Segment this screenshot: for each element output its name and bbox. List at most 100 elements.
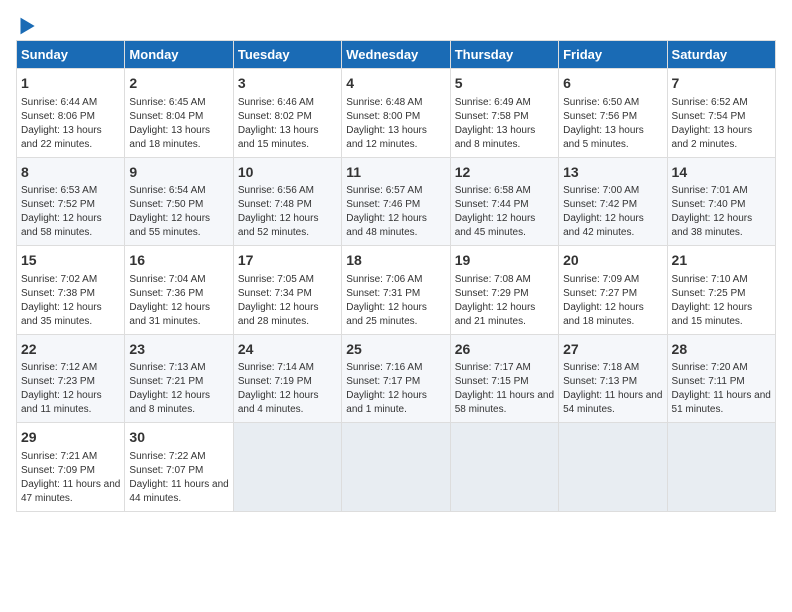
- day-info-line: Sunrise: 7:18 AM: [563, 361, 662, 375]
- day-cell: 6Sunrise: 6:50 AMSunset: 7:56 PMDaylight…: [559, 69, 667, 158]
- day-info-line: Daylight: 13 hours and 18 minutes.: [129, 124, 228, 152]
- day-info-line: Sunrise: 7:14 AM: [238, 361, 337, 375]
- day-info-line: Daylight: 12 hours and 18 minutes.: [563, 301, 662, 329]
- day-cell: 17Sunrise: 7:05 AMSunset: 7:34 PMDayligh…: [233, 246, 341, 335]
- day-number: 19: [455, 251, 554, 271]
- header-day-wednesday: Wednesday: [342, 41, 450, 69]
- header-day-thursday: Thursday: [450, 41, 558, 69]
- day-info-line: Daylight: 12 hours and 8 minutes.: [129, 389, 228, 417]
- day-info-line: Sunrise: 6:57 AM: [346, 184, 445, 198]
- day-info-line: Sunset: 7:40 PM: [672, 198, 771, 212]
- day-info-line: Sunset: 7:07 PM: [129, 464, 228, 478]
- day-cell: [559, 423, 667, 512]
- day-cell: 1Sunrise: 6:44 AMSunset: 8:06 PMDaylight…: [17, 69, 125, 158]
- day-info-line: Daylight: 12 hours and 15 minutes.: [672, 301, 771, 329]
- day-cell: 14Sunrise: 7:01 AMSunset: 7:40 PMDayligh…: [667, 157, 775, 246]
- day-cell: 16Sunrise: 7:04 AMSunset: 7:36 PMDayligh…: [125, 246, 233, 335]
- day-info-line: Sunrise: 7:20 AM: [672, 361, 771, 375]
- day-info-line: Sunrise: 6:54 AM: [129, 184, 228, 198]
- day-info-line: Sunrise: 7:13 AM: [129, 361, 228, 375]
- day-info-line: Daylight: 13 hours and 12 minutes.: [346, 124, 445, 152]
- day-number: 16: [129, 251, 228, 271]
- day-info-line: Sunset: 7:52 PM: [21, 198, 120, 212]
- day-cell: 9Sunrise: 6:54 AMSunset: 7:50 PMDaylight…: [125, 157, 233, 246]
- calendar-body: 1Sunrise: 6:44 AMSunset: 8:06 PMDaylight…: [17, 69, 776, 512]
- day-cell: [233, 423, 341, 512]
- day-info-line: Daylight: 12 hours and 1 minute.: [346, 389, 445, 417]
- day-info-line: Daylight: 12 hours and 52 minutes.: [238, 212, 337, 240]
- day-cell: 2Sunrise: 6:45 AMSunset: 8:04 PMDaylight…: [125, 69, 233, 158]
- day-info-line: Sunset: 7:23 PM: [21, 375, 120, 389]
- day-info-line: Daylight: 12 hours and 31 minutes.: [129, 301, 228, 329]
- day-number: 24: [238, 340, 337, 360]
- day-info-line: Sunrise: 7:02 AM: [21, 273, 120, 287]
- day-info-line: Daylight: 12 hours and 28 minutes.: [238, 301, 337, 329]
- day-info-line: Sunset: 8:06 PM: [21, 110, 120, 124]
- day-number: 12: [455, 163, 554, 183]
- day-info-line: Daylight: 12 hours and 48 minutes.: [346, 212, 445, 240]
- day-cell: 10Sunrise: 6:56 AMSunset: 7:48 PMDayligh…: [233, 157, 341, 246]
- day-info-line: Sunrise: 6:50 AM: [563, 96, 662, 110]
- day-number: 21: [672, 251, 771, 271]
- day-info-line: Sunset: 7:13 PM: [563, 375, 662, 389]
- day-number: 8: [21, 163, 120, 183]
- week-row-4: 29Sunrise: 7:21 AMSunset: 7:09 PMDayligh…: [17, 423, 776, 512]
- day-number: 30: [129, 428, 228, 448]
- day-info-line: Sunset: 7:15 PM: [455, 375, 554, 389]
- week-row-1: 8Sunrise: 6:53 AMSunset: 7:52 PMDaylight…: [17, 157, 776, 246]
- day-number: 17: [238, 251, 337, 271]
- day-number: 14: [672, 163, 771, 183]
- day-info-line: Sunset: 7:48 PM: [238, 198, 337, 212]
- day-info-line: Sunset: 7:17 PM: [346, 375, 445, 389]
- day-info-line: Sunrise: 6:49 AM: [455, 96, 554, 110]
- day-info-line: Sunset: 7:50 PM: [129, 198, 228, 212]
- day-info-line: Sunrise: 6:45 AM: [129, 96, 228, 110]
- day-info-line: Sunrise: 6:46 AM: [238, 96, 337, 110]
- header-day-tuesday: Tuesday: [233, 41, 341, 69]
- day-cell: 7Sunrise: 6:52 AMSunset: 7:54 PMDaylight…: [667, 69, 775, 158]
- day-info-line: Sunset: 7:27 PM: [563, 287, 662, 301]
- day-number: 11: [346, 163, 445, 183]
- day-info-line: Daylight: 11 hours and 51 minutes.: [672, 389, 771, 417]
- header-row: SundayMondayTuesdayWednesdayThursdayFrid…: [17, 41, 776, 69]
- day-info-line: Daylight: 13 hours and 22 minutes.: [21, 124, 120, 152]
- day-info-line: Sunrise: 7:08 AM: [455, 273, 554, 287]
- day-info-line: Sunrise: 7:16 AM: [346, 361, 445, 375]
- day-info-line: Sunset: 8:02 PM: [238, 110, 337, 124]
- day-info-line: Daylight: 13 hours and 8 minutes.: [455, 124, 554, 152]
- day-cell: 3Sunrise: 6:46 AMSunset: 8:02 PMDaylight…: [233, 69, 341, 158]
- day-info-line: Daylight: 13 hours and 5 minutes.: [563, 124, 662, 152]
- day-info-line: Sunrise: 7:12 AM: [21, 361, 120, 375]
- day-number: 27: [563, 340, 662, 360]
- day-info-line: Sunset: 7:11 PM: [672, 375, 771, 389]
- day-cell: [450, 423, 558, 512]
- day-number: 13: [563, 163, 662, 183]
- day-cell: 30Sunrise: 7:22 AMSunset: 7:07 PMDayligh…: [125, 423, 233, 512]
- logo-flag-icon: [18, 16, 38, 36]
- day-info-line: Daylight: 13 hours and 2 minutes.: [672, 124, 771, 152]
- day-info-line: Sunset: 7:25 PM: [672, 287, 771, 301]
- header-day-sunday: Sunday: [17, 41, 125, 69]
- day-info-line: Sunrise: 7:00 AM: [563, 184, 662, 198]
- day-info-line: Daylight: 12 hours and 11 minutes.: [21, 389, 120, 417]
- day-number: 9: [129, 163, 228, 183]
- day-info-line: Daylight: 12 hours and 4 minutes.: [238, 389, 337, 417]
- day-cell: 12Sunrise: 6:58 AMSunset: 7:44 PMDayligh…: [450, 157, 558, 246]
- day-cell: 27Sunrise: 7:18 AMSunset: 7:13 PMDayligh…: [559, 334, 667, 423]
- day-info-line: Sunset: 7:54 PM: [672, 110, 771, 124]
- day-cell: 4Sunrise: 6:48 AMSunset: 8:00 PMDaylight…: [342, 69, 450, 158]
- day-info-line: Sunrise: 7:06 AM: [346, 273, 445, 287]
- day-info-line: Daylight: 11 hours and 47 minutes.: [21, 478, 120, 506]
- day-info-line: Sunset: 7:31 PM: [346, 287, 445, 301]
- day-info-line: Sunrise: 7:09 AM: [563, 273, 662, 287]
- logo: [16, 16, 38, 32]
- week-row-0: 1Sunrise: 6:44 AMSunset: 8:06 PMDaylight…: [17, 69, 776, 158]
- day-info-line: Daylight: 11 hours and 58 minutes.: [455, 389, 554, 417]
- day-number: 29: [21, 428, 120, 448]
- day-info-line: Daylight: 12 hours and 21 minutes.: [455, 301, 554, 329]
- day-info-line: Daylight: 11 hours and 44 minutes.: [129, 478, 228, 506]
- day-info-line: Daylight: 12 hours and 38 minutes.: [672, 212, 771, 240]
- day-cell: 11Sunrise: 6:57 AMSunset: 7:46 PMDayligh…: [342, 157, 450, 246]
- day-info-line: Sunrise: 7:04 AM: [129, 273, 228, 287]
- calendar-table: SundayMondayTuesdayWednesdayThursdayFrid…: [16, 40, 776, 512]
